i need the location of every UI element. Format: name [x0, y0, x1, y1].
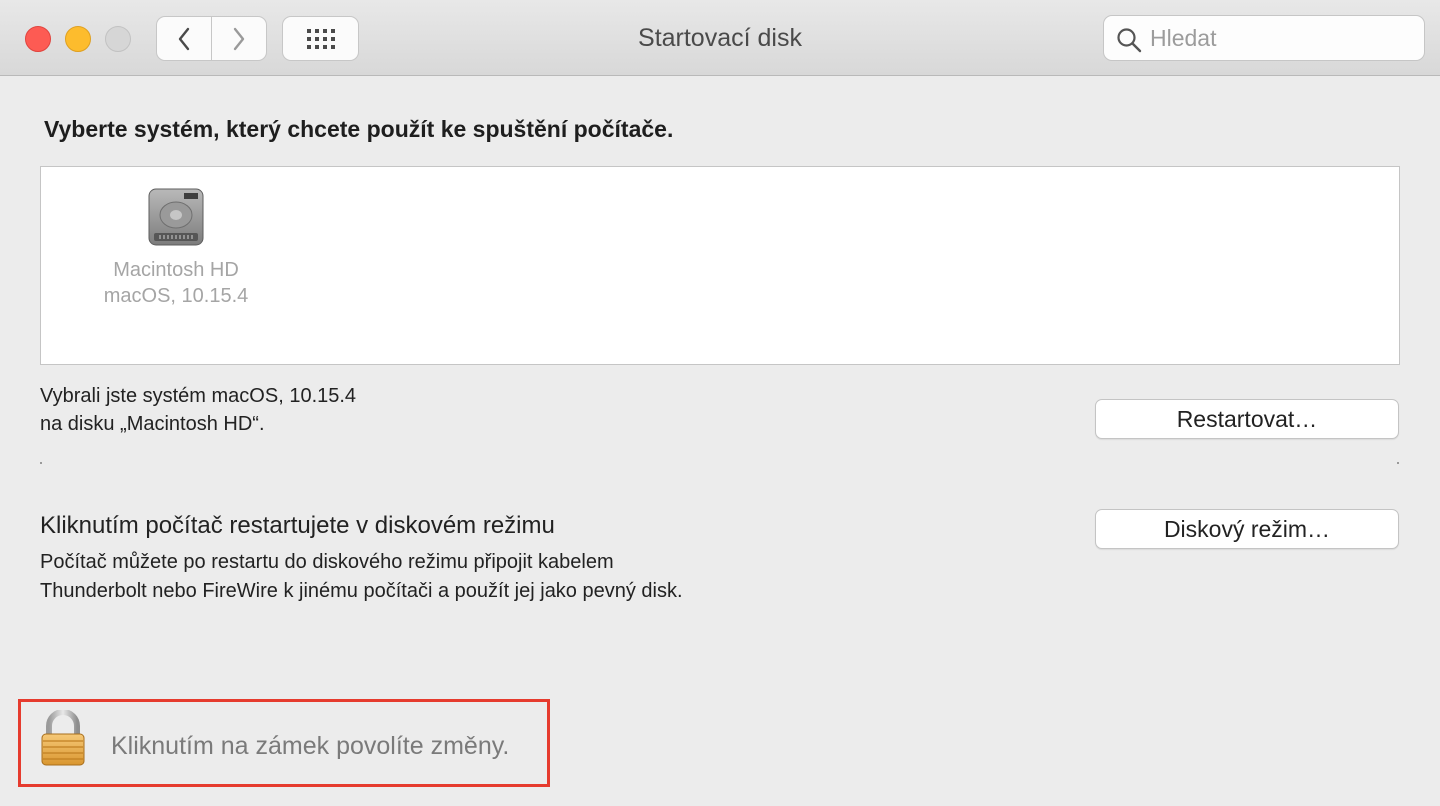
target-disk-mode-description: Počítač můžete po restartu do diskového … — [40, 548, 683, 606]
target-disk-mode-desc-line: Počítač můžete po restartu do diskového … — [40, 551, 614, 573]
search-icon — [1117, 28, 1142, 53]
padlock-icon — [41, 709, 85, 766]
disk-mode-button[interactable]: Diskový režim… — [1095, 509, 1399, 549]
search-field[interactable] — [1103, 15, 1425, 61]
target-disk-mode-title: Kliknutím počítač restartujete v diskové… — [40, 512, 555, 539]
selected-disk-line: na disku „Macintosh HD“. — [40, 413, 265, 435]
separator-left — [40, 462, 42, 464]
startup-disk-list: Macintosh HD macOS, 10.15.4 — [40, 166, 1400, 365]
hard-drive-icon — [148, 188, 204, 246]
target-disk-mode-desc-line: Thunderbolt nebo FireWire k jinému počít… — [40, 580, 683, 602]
separator-right — [1397, 462, 1399, 464]
selected-system-info: Vybrali jste systém macOS, 10.15.4 na di… — [40, 382, 356, 438]
selected-system-line: Vybrali jste systém macOS, 10.15.4 — [40, 385, 357, 407]
lock-instructions: Kliknutím na zámek povolíte změny. — [111, 732, 510, 760]
restart-button[interactable]: Restartovat… — [1095, 399, 1399, 439]
lock-button[interactable] — [39, 709, 87, 773]
title-bar: Startovací disk — [0, 0, 1440, 76]
page-heading: Vyberte systém, který chcete použít ke s… — [44, 116, 674, 142]
lock-highlight-box: Kliknutím na zámek povolíte změny. — [18, 699, 550, 787]
search-input[interactable] — [1150, 21, 1410, 55]
disk-name: Macintosh HD — [113, 259, 239, 281]
disk-item-macintosh-hd[interactable]: Macintosh HD macOS, 10.15.4 — [91, 187, 261, 309]
disk-system-version: macOS, 10.15.4 — [103, 285, 249, 307]
